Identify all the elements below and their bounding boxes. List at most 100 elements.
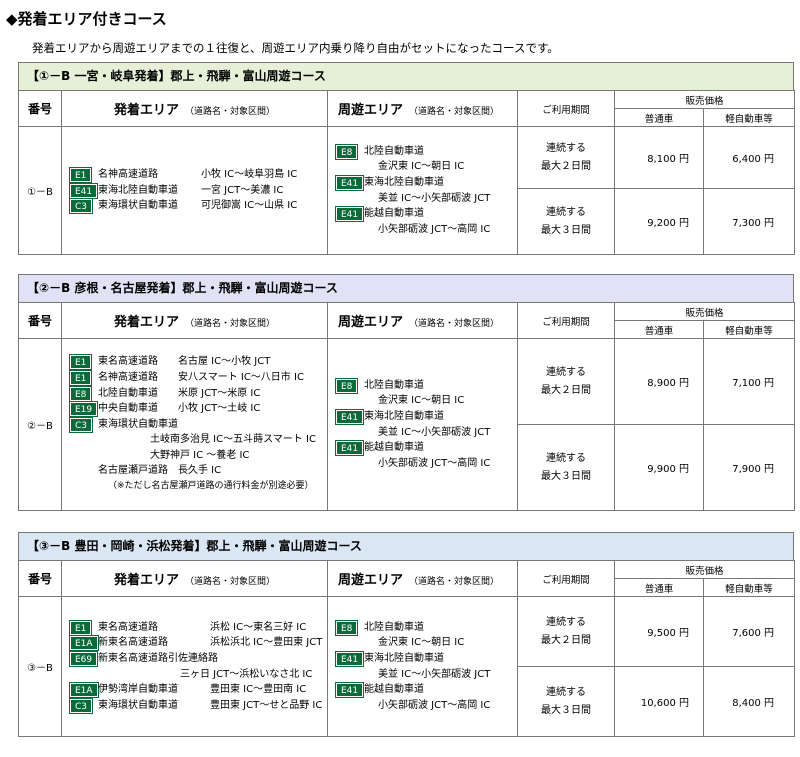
price-kei: 7,600 円 bbox=[702, 596, 796, 667]
course-banner: 【③－B 豊田・岡崎・浜松発着】郡上・飛騨・富山周遊コース bbox=[18, 532, 794, 560]
road-name: 北陸自動車道 bbox=[364, 145, 424, 157]
road-line: E1 東名高速道路 浜松 IC～東名三好 IC bbox=[68, 619, 327, 636]
road-section: 土岐南多治見 IC～五斗蒔スマート IC bbox=[150, 434, 316, 446]
road-line: 土岐南多治見 IC～五斗蒔スマート IC bbox=[70, 432, 327, 448]
road-line: （※ただし名古屋瀬戸道路の通行料金が別途必要） bbox=[70, 479, 327, 495]
road-section: 浜松浜北 IC～豊田東 JCT bbox=[210, 637, 323, 649]
header-departure: 発着エリア （道路名・対象区間） bbox=[61, 302, 328, 339]
plan-period: 連続する 最大３日間 bbox=[517, 188, 615, 255]
header-regular: 普通車 bbox=[614, 320, 704, 339]
departure-roads: E1 名神高速道路 小牧 IC～岐阜羽島 IC E41 東海北陸自動車道 一宮 JCT～美… bbox=[61, 126, 328, 255]
price-kei: 6,400 円 bbox=[702, 126, 796, 189]
road-section: 小牧 IC～岐阜羽島 IC bbox=[201, 169, 298, 181]
header-tour: 周遊エリア （道路名・対象区間） bbox=[327, 302, 518, 339]
road-section: 美並 IC～小矢部砺波 JCT bbox=[378, 192, 491, 204]
header-price: 販売価格 bbox=[613, 560, 796, 579]
road-name: 伊勢湾岸自動車道 bbox=[98, 684, 178, 696]
road-line: E1 名神高速道路 小牧 IC～岐阜羽島 IC bbox=[68, 167, 327, 184]
road-name: 能越自動車道 bbox=[364, 208, 424, 220]
road-line: 金沢東 IC～朝日 IC bbox=[336, 159, 517, 175]
departure-roads: E1 東名高速道路 名古屋 IC～小牧 JCT E1 名神高速道路 安八スマート IC～八… bbox=[61, 338, 328, 511]
road-section: 可児御嵩 IC～山県 IC bbox=[201, 200, 298, 212]
header-tour: 周遊エリア （道路名・対象区間） bbox=[327, 560, 518, 597]
header-kei: 軽自動車等 bbox=[702, 320, 796, 339]
header-period: ご利用期間 bbox=[517, 302, 615, 339]
course-table: 番号 発着エリア （道路名・対象区間） 周遊エリア （道路名・対象区間） ご利用期間… bbox=[18, 560, 796, 737]
road-line: E41 東海北陸自動車道 bbox=[334, 174, 517, 191]
header-tour: 周遊エリア （道路名・対象区間） bbox=[327, 90, 518, 127]
road-section: 美並 IC～小矢部砺波 JCT bbox=[378, 426, 491, 438]
header-departure: 発着エリア （道路名・対象区間） bbox=[61, 560, 328, 597]
price-kei: 7,300 円 bbox=[702, 188, 796, 255]
header-departure: 発着エリア （道路名・対象区間） bbox=[61, 90, 328, 127]
road-line: 金沢東 IC～朝日 IC bbox=[336, 393, 517, 409]
road-line: 小矢部砺波 JCT～高岡 IC bbox=[336, 698, 517, 714]
intro-text: 発着エリアから周遊エリアまでの１往復と、周遊エリア内乗り降り自由がセットになった… bbox=[32, 41, 559, 55]
page-title: ◆発着エリア付きコース bbox=[6, 10, 167, 28]
header-number: 番号 bbox=[18, 90, 62, 127]
road-name: 能越自動車道 bbox=[364, 442, 424, 454]
road-line: E1A 伊勢湾岸自動車道 豊田東 IC～豊田南 IC bbox=[69, 682, 327, 699]
plan-period: 連続する 最大３日間 bbox=[517, 666, 615, 737]
price-kei: 7,100 円 bbox=[702, 338, 796, 425]
road-line: E41 東海北陸自動車道 bbox=[334, 408, 517, 425]
route-number-badge: E8 bbox=[334, 377, 359, 394]
road-section: 大野神戸 IC ～養老 IC bbox=[150, 449, 250, 461]
road-name: 新東名高速道路 bbox=[98, 637, 168, 649]
road-line: 三ヶ日 JCT～浜松いなさ北 IC bbox=[70, 667, 327, 683]
road-line: E1 東名高速道路 名古屋 IC～小牧 JCT bbox=[68, 354, 327, 371]
price-kei: 8,400 円 bbox=[702, 666, 796, 737]
road-section: 一宮 JCT～美濃 IC bbox=[201, 184, 284, 196]
route-number-badge: E1 bbox=[68, 167, 93, 184]
tour-roads: E8 北陸自動車道 金沢東 IC～朝日 IC E41 東海北陸自動車道 美並 IC～小矢部… bbox=[327, 338, 518, 511]
road-name: 能越自動車道 bbox=[364, 684, 424, 696]
departure-roads: E1 東名高速道路 浜松 IC～東名三好 IC E1A 新東名高速道路 浜松浜北 IC～豊… bbox=[61, 596, 328, 737]
road-line: E41 能越自動車道 bbox=[334, 440, 517, 457]
road-section: 小矢部砺波 JCT～高岡 IC bbox=[378, 457, 491, 469]
price-regular: 9,900 円 bbox=[614, 424, 704, 511]
road-line: 美並 IC～小矢部砺波 JCT bbox=[336, 425, 517, 441]
route-number-badge: C3 bbox=[68, 416, 94, 433]
route-number-badge: E41 bbox=[334, 408, 365, 425]
road-name: 北陸自動車道 bbox=[98, 387, 158, 399]
route-number-badge: E41 bbox=[334, 206, 365, 223]
road-section: 豊田東 JCT～せと品野 IC bbox=[210, 699, 323, 711]
road-name: 北陸自動車道 bbox=[364, 621, 424, 633]
header-regular: 普通車 bbox=[614, 578, 704, 597]
course-section-2: 【②－B 彦根・名古屋発着】郡上・飛騨・富山周遊コース 番号 発着エリア （道路名… bbox=[18, 274, 796, 511]
header-price: 販売価格 bbox=[613, 90, 796, 109]
road-name: 名神高速道路 bbox=[98, 371, 158, 383]
road-name: 東海北陸自動車道 bbox=[98, 184, 178, 196]
road-name: 北陸自動車道 bbox=[364, 379, 424, 391]
route-number-badge: E41 bbox=[334, 440, 365, 457]
course-banner: 【①－B 一宮・岐阜発着】郡上・飛騨・富山周遊コース bbox=[18, 62, 794, 90]
course-section-1: 【①－B 一宮・岐阜発着】郡上・飛騨・富山周遊コース 番号 発着エリア （道路名・… bbox=[18, 62, 796, 255]
road-name: 東海環状自動車道 bbox=[98, 200, 178, 212]
toll-note: （※ただし名古屋瀬戸道路の通行料金が別途必要） bbox=[108, 481, 314, 492]
road-section: 名古屋 IC～小牧 JCT bbox=[178, 356, 271, 368]
road-section: 安八スマート IC～八日市 IC bbox=[178, 371, 304, 383]
route-number-badge: E69 bbox=[68, 650, 99, 667]
course-number: ③－B bbox=[18, 596, 62, 737]
route-number-badge: E1 bbox=[68, 354, 93, 371]
road-line: E41 能越自動車道 bbox=[334, 682, 517, 699]
road-line: C3 東海環状自動車道 豊田東 JCT～せと品野 IC bbox=[68, 697, 327, 714]
road-name: 東名高速道路 bbox=[98, 621, 158, 633]
route-number-badge: E19 bbox=[68, 401, 99, 418]
road-line: 小矢部砺波 JCT～高岡 IC bbox=[336, 222, 517, 238]
route-number-badge: E41 bbox=[334, 174, 365, 191]
route-number-badge: E8 bbox=[334, 143, 359, 160]
road-name: 東海環状自動車道 bbox=[98, 699, 178, 711]
route-number-badge: E1A bbox=[69, 682, 99, 699]
road-name: 東海環状自動車道 bbox=[98, 418, 178, 430]
road-name: 東海北陸自動車道 bbox=[364, 410, 444, 422]
route-number-badge: C3 bbox=[68, 198, 94, 215]
route-number-badge: E41 bbox=[334, 682, 365, 699]
plan-period: 連続する 最大３日間 bbox=[517, 424, 615, 511]
road-section: 小牧 JCT～土岐 IC bbox=[178, 403, 261, 415]
course-banner: 【②－B 彦根・名古屋発着】郡上・飛騨・富山周遊コース bbox=[18, 274, 794, 302]
road-section: 豊田東 IC～豊田南 IC bbox=[210, 684, 307, 696]
course-number: ①－B bbox=[18, 126, 62, 255]
road-line: 小矢部砺波 JCT～高岡 IC bbox=[336, 456, 517, 472]
road-section: 金沢東 IC～朝日 IC bbox=[378, 161, 465, 173]
